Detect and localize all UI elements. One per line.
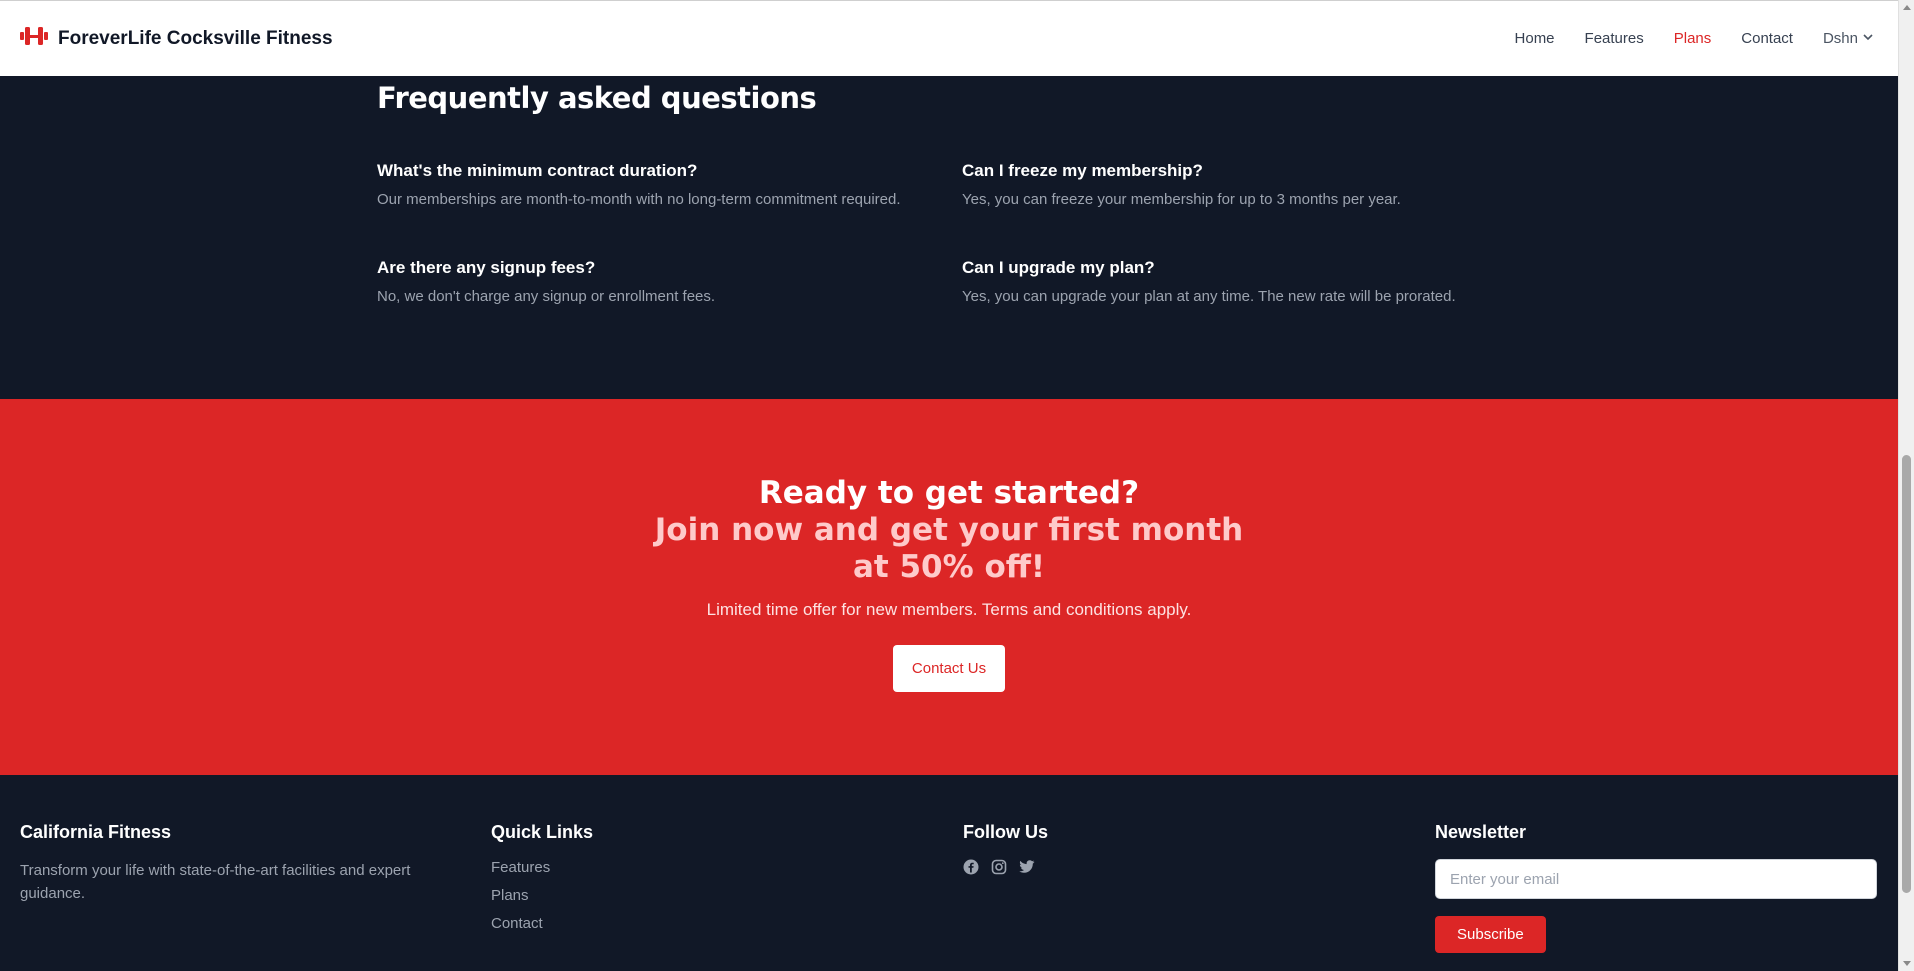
subscribe-button[interactable]: Subscribe (1435, 916, 1546, 953)
nav-links: Home Features Plans Contact Dshn (1515, 30, 1878, 47)
twitter-icon[interactable] (1019, 860, 1035, 874)
faq-answer: No, we don't charge any signup or enroll… (377, 288, 716, 305)
cta-subtitle: Join now and get your first month at 50%… (654, 512, 1244, 585)
footer-link-features[interactable]: Features (491, 859, 593, 876)
user-name: Dshn (1822, 30, 1858, 47)
page: ForeverLife Cocksville Fitness Home Feat… (0, 0, 1898, 971)
footer-follow-title: Follow Us (963, 822, 1048, 842)
footer-quick-links: Quick Links Features Plans Contact (491, 822, 593, 943)
footer-about: California Fitness Transform your life w… (20, 822, 450, 905)
faq-question: Can I upgrade my plan? (962, 258, 1155, 277)
user-menu[interactable]: Dshn (1823, 30, 1874, 47)
faq-answer: Yes, you can freeze your membership for … (962, 191, 1401, 208)
newsletter-email-input[interactable] (1435, 859, 1877, 899)
footer-follow: Follow Us (963, 822, 1048, 875)
footer: California Fitness Transform your life w… (0, 775, 1898, 971)
cta-heading: Ready to get started? Join now and get y… (0, 475, 1898, 586)
navbar: ForeverLife Cocksville Fitness Home Feat… (0, 0, 1898, 76)
brand[interactable]: ForeverLife Cocksville Fitness (20, 25, 333, 52)
nav-link-features[interactable]: Features (1585, 30, 1644, 47)
faq-answer: Our memberships are month-to-month with … (377, 191, 901, 208)
social-icons (963, 859, 1048, 875)
faq-section: Frequently asked questions What's the mi… (0, 76, 1898, 399)
footer-quick-links-title: Quick Links (491, 822, 594, 842)
dumbbell-icon (20, 25, 48, 52)
footer-about-text: Transform your life with state-of-the-ar… (20, 862, 411, 902)
faq-item: Are there any signup fees? No, we don't … (377, 258, 937, 305)
facebook-icon[interactable] (963, 859, 979, 875)
footer-link-contact[interactable]: Contact (491, 915, 593, 932)
faq-question: Can I freeze my membership? (962, 161, 1203, 180)
scroll-up-arrow-icon[interactable] (1903, 5, 1911, 10)
brand-name: ForeverLife Cocksville Fitness (58, 27, 333, 49)
cta-text: Limited time offer for new members. Term… (706, 600, 1192, 619)
chevron-down-icon (1862, 30, 1874, 47)
footer-link-plans[interactable]: Plans (491, 887, 593, 904)
contact-us-button[interactable]: Contact Us (892, 645, 1006, 692)
scrollbar-thumb[interactable] (1902, 455, 1911, 893)
nav-link-contact[interactable]: Contact (1741, 30, 1793, 47)
faq-title: Frequently asked questions (377, 81, 817, 115)
nav-link-plans[interactable]: Plans (1674, 30, 1712, 47)
scroll-down-arrow-icon[interactable] (1903, 961, 1911, 966)
footer-links-list: Features Plans Contact (491, 859, 593, 932)
faq-answer: Yes, you can upgrade your plan at any ti… (962, 288, 1456, 305)
instagram-icon[interactable] (991, 859, 1007, 875)
footer-newsletter-title: Newsletter (1435, 822, 1527, 842)
footer-about-title: California Fitness (20, 822, 172, 842)
faq-item: Can I upgrade my plan? Yes, you can upgr… (962, 258, 1522, 305)
faq-question: Are there any signup fees? (377, 258, 596, 277)
cta-section: Ready to get started? Join now and get y… (0, 399, 1898, 775)
footer-newsletter: Newsletter Subscribe (1435, 822, 1877, 953)
cta-title: Ready to get started? (758, 475, 1140, 511)
faq-item: Can I freeze my membership? Yes, you can… (962, 161, 1522, 208)
faq-question: What's the minimum contract duration? (377, 161, 698, 180)
faq-item: What's the minimum contract duration? Ou… (377, 161, 937, 208)
nav-link-home[interactable]: Home (1515, 30, 1555, 47)
scrollbar[interactable] (1898, 0, 1914, 971)
